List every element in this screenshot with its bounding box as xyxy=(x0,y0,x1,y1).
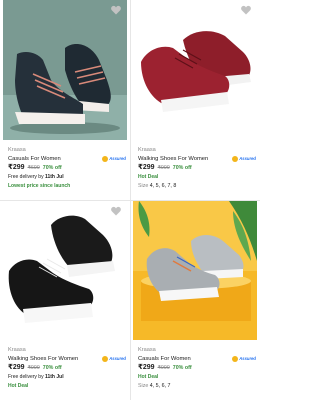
size-options: Size 4, 5, 6, 7, 8 xyxy=(138,183,177,189)
product-price: ₹299 xyxy=(8,164,25,171)
sneaker-photo-grey xyxy=(133,201,257,340)
product-price: ₹299 xyxy=(138,364,155,371)
product-grid: Kraasa Casuals For Women Assured ₹299 ₹6… xyxy=(0,0,260,400)
product-mrp: ₹999 xyxy=(157,165,170,171)
product-price: ₹299 xyxy=(8,364,25,371)
size-options: Size 4, 5, 6, 7 xyxy=(138,383,171,389)
assured-icon xyxy=(102,155,109,162)
product-discount: 70% off xyxy=(172,365,192,371)
product-discount: 70% off xyxy=(172,165,192,171)
assured-icon xyxy=(102,355,109,362)
product-brand: Kraasa xyxy=(138,347,156,353)
sneaker-photo-navy xyxy=(3,0,127,140)
delivery-info: Free delivery by 11th Jul xyxy=(8,174,64,180)
product-brand: Kraasa xyxy=(8,347,26,353)
delivery-info: Free delivery by 11th Jul xyxy=(8,374,64,380)
product-card-2[interactable]: Kraasa Walking Shoes For Women Assured ₹… xyxy=(130,0,260,200)
assured-icon xyxy=(232,355,239,362)
assured-badge: Assured xyxy=(232,155,256,162)
wishlist-heart-icon[interactable] xyxy=(240,4,252,16)
product-mrp: ₹699 xyxy=(27,165,40,171)
product-brand: Kraasa xyxy=(8,147,26,153)
product-image[interactable] xyxy=(133,0,257,140)
deal-tag: Lowest price since launch xyxy=(8,183,71,189)
product-title[interactable]: Walking Shoes For Women xyxy=(8,356,78,362)
product-image[interactable] xyxy=(133,201,257,340)
wishlist-heart-icon[interactable] xyxy=(110,205,122,217)
product-card-4[interactable]: Kraasa Casuals For Women Assured ₹299 ₹9… xyxy=(130,201,260,400)
deal-tag: Hot Deal xyxy=(138,374,159,380)
sneaker-photo-black xyxy=(3,201,127,340)
product-image[interactable] xyxy=(3,201,127,340)
product-discount: 70% off xyxy=(42,365,62,371)
product-info: Kraasa Walking Shoes For Women Assured ₹… xyxy=(138,147,256,191)
product-title[interactable]: Casuals For Women xyxy=(8,156,61,162)
product-mrp: ₹999 xyxy=(27,365,40,371)
product-info: Kraasa Casuals For Women Assured ₹299 ₹9… xyxy=(138,347,256,391)
product-brand: Kraasa xyxy=(138,147,156,153)
product-card-3[interactable]: Kraasa Walking Shoes For Women Assured ₹… xyxy=(0,201,130,400)
assured-badge: Assured xyxy=(102,155,126,162)
product-mrp: ₹999 xyxy=(157,365,170,371)
product-info: Kraasa Walking Shoes For Women Assured ₹… xyxy=(8,347,126,391)
product-title[interactable]: Walking Shoes For Women xyxy=(138,156,208,162)
deal-tag: Hot Deal xyxy=(8,383,29,389)
product-discount: 70% off xyxy=(42,165,62,171)
product-price: ₹299 xyxy=(138,164,155,171)
assured-badge: Assured xyxy=(232,355,256,362)
deal-tag: Hot Deal xyxy=(138,174,159,180)
product-title[interactable]: Casuals For Women xyxy=(138,356,191,362)
assured-badge: Assured xyxy=(102,355,126,362)
wishlist-heart-icon[interactable] xyxy=(110,4,122,16)
product-card-1[interactable]: Kraasa Casuals For Women Assured ₹299 ₹6… xyxy=(0,0,130,200)
product-image[interactable] xyxy=(3,0,127,140)
product-info: Kraasa Casuals For Women Assured ₹299 ₹6… xyxy=(8,147,126,191)
assured-icon xyxy=(232,155,239,162)
sneaker-photo-maroon xyxy=(133,0,257,140)
